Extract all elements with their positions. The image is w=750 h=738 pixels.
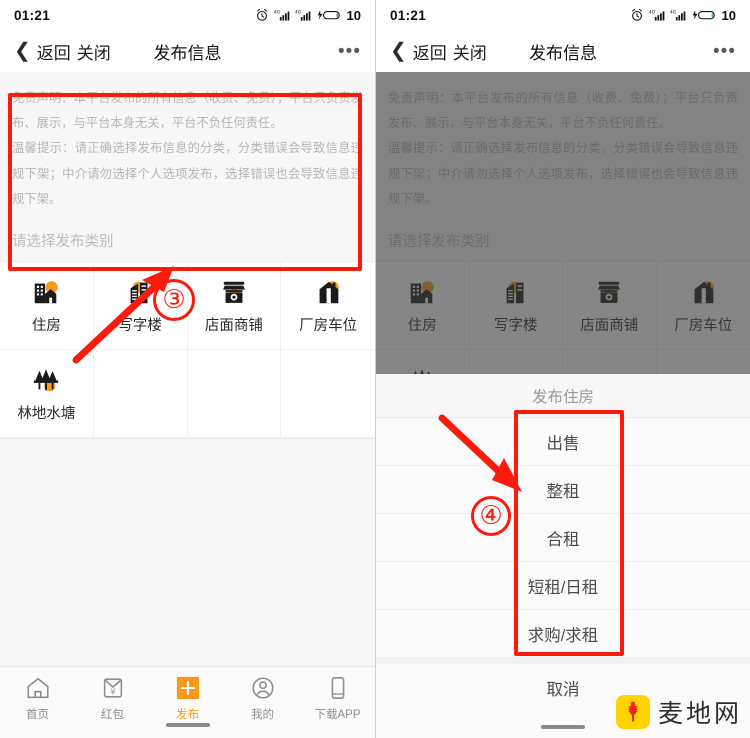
shopfront-icon [223, 281, 245, 303]
svg-text:4G: 4G [295, 9, 301, 15]
bottom-tab-bar: 首页 ¥ 红包 发布 我的 下载APP [0, 666, 375, 738]
signal-sim2-icon: 4G [670, 9, 685, 21]
disclaimer-line-2: 温馨提示：请正确选择发布信息的分类，分类错误会导致信息违规下架；中介请勿选择个人… [12, 141, 363, 206]
signal-sim1-icon: 4G [274, 9, 289, 21]
battery-percent-label: 10 [721, 7, 736, 23]
nav-bar: ❮ 返回 关闭 发布信息 ••• [376, 30, 750, 72]
battery-percent-label: 10 [346, 7, 361, 23]
factory-warehouse-icon [319, 280, 339, 303]
svg-text:¥: ¥ [110, 687, 115, 697]
page-body: 免责声明：本平台发布的所有信息（收费、免费）；平台只负责发布、展示，与平台本身无… [0, 72, 375, 738]
forest-pond-icon [34, 368, 59, 391]
category-cell-empty [187, 350, 282, 439]
nav-left-group[interactable]: ❮ 返回 关闭 [390, 39, 487, 64]
more-options-icon[interactable]: ••• [713, 42, 736, 61]
back-button[interactable]: 返回 [37, 39, 71, 64]
nav-bar: ❮ 返回 关闭 发布信息 ••• [0, 30, 375, 72]
category-cell-empty [93, 350, 188, 439]
category-cell-forest[interactable]: 林地水塘 [0, 350, 94, 439]
maidi-logo-icon [615, 695, 650, 729]
apartment-building-icon [35, 280, 59, 303]
disclaimer-line-1: 免责声明：本平台发布的所有信息（收费、免费）；平台只负责发布、展示，与平台本身无… [12, 91, 363, 131]
more-options-icon[interactable]: ••• [338, 42, 361, 61]
page-body: 免责声明：本平台发布的所有信息（收费、免费）；平台只负责发布、展示，与平台本身无… [376, 72, 750, 738]
category-label: 住房 [31, 317, 61, 334]
category-cell-office[interactable]: 写字楼 [93, 262, 188, 351]
action-sheet-option-sell[interactable]: 出售 [376, 418, 750, 466]
tab-home[interactable]: 首页 [0, 675, 75, 722]
tab-label: 发布 [176, 709, 199, 721]
tab-download-app[interactable]: 下载APP [300, 675, 375, 722]
category-grid: 住房 写字楼 [0, 261, 375, 440]
right-phone-panel: 01:21 4G 4G 10 ❮ 返回 关闭 发布信息 ••• 发布住房 出售 … [375, 0, 750, 738]
action-sheet-option-short-rent[interactable]: 短租/日租 [376, 562, 750, 610]
left-phone-panel: 01:21 4G 4G 10 ❮ 返回 关闭 发布信息 ••• 免责声明：本平台… [0, 0, 375, 738]
signal-sim1-icon: 4G [649, 9, 664, 21]
action-sheet-option-wanted[interactable]: 求购/求租 [376, 610, 750, 658]
category-cell-shop[interactable]: 店面商铺 [187, 262, 282, 351]
back-chevron-icon[interactable]: ❮ [14, 41, 31, 61]
nav-left-group[interactable]: ❮ 返回 关闭 [14, 39, 111, 64]
tab-label: 首页 [26, 709, 49, 721]
tab-label: 红包 [101, 709, 124, 721]
action-sheet-option-shared-rent[interactable]: 合租 [376, 514, 750, 562]
plus-publish-icon [176, 676, 199, 700]
status-bar-icons: 4G 4G 10 [630, 8, 736, 23]
alarm-clock-icon [631, 8, 642, 21]
user-profile-icon [251, 677, 274, 699]
home-icon [26, 677, 49, 699]
svg-text:4G: 4G [670, 9, 676, 15]
category-label: 厂房车位 [299, 317, 358, 334]
tab-profile[interactable]: 我的 [225, 675, 300, 722]
status-bar-time: 01:21 [390, 7, 427, 23]
category-label: 写字楼 [118, 317, 162, 334]
action-sheet-title: 发布住房 [376, 374, 750, 418]
tab-label: 我的 [251, 709, 274, 721]
status-bar-time: 01:21 [14, 7, 51, 23]
action-sheet: 发布住房 出售 整租 合租 短租/日租 求购/求租 取消 [376, 374, 750, 738]
home-indicator [541, 725, 585, 729]
watermark-text: 麦地网 [657, 699, 742, 728]
home-indicator [165, 723, 210, 727]
mobile-phone-icon [331, 676, 344, 700]
close-button[interactable]: 关闭 [453, 39, 487, 64]
category-label: 店面商铺 [204, 317, 263, 334]
category-label: 林地水塘 [17, 405, 76, 422]
tab-label: 下载APP [314, 709, 361, 721]
office-tower-icon [130, 281, 148, 303]
tab-publish[interactable]: 发布 [150, 675, 225, 722]
action-sheet-option-whole-rent[interactable]: 整租 [376, 466, 750, 514]
category-cell-empty [281, 350, 375, 439]
svg-text:4G: 4G [649, 9, 655, 15]
status-bar-icons: 4G 4G 10 [255, 8, 361, 23]
red-envelope-icon: ¥ [103, 678, 122, 698]
back-chevron-icon[interactable]: ❮ [390, 41, 407, 61]
back-button[interactable]: 返回 [413, 39, 447, 64]
status-bar: 01:21 4G 4G 10 [376, 0, 750, 30]
tab-red-envelope[interactable]: ¥ 红包 [75, 675, 150, 722]
signal-sim2-icon: 4G [295, 9, 310, 21]
disclaimer-block: 免责声明：本平台发布的所有信息（收费、免费）；平台只负责发布、展示，与平台本身无… [0, 72, 375, 219]
section-title: 请选择发布类别 [0, 218, 375, 262]
site-watermark: 麦地网 [615, 694, 742, 730]
charging-battery-icon [317, 10, 340, 20]
category-cell-housing[interactable]: 住房 [0, 262, 94, 351]
svg-text:4G: 4G [274, 9, 280, 15]
category-cell-factory[interactable]: 厂房车位 [281, 262, 375, 351]
status-bar: 01:21 4G 4G 10 [0, 0, 375, 30]
close-button[interactable]: 关闭 [77, 39, 111, 64]
alarm-clock-icon [256, 8, 267, 21]
screenshot-stage: 01:21 4G 4G 10 ❮ 返回 关闭 发布信息 ••• 免责声明：本平台… [0, 0, 750, 738]
charging-battery-icon [692, 10, 715, 20]
